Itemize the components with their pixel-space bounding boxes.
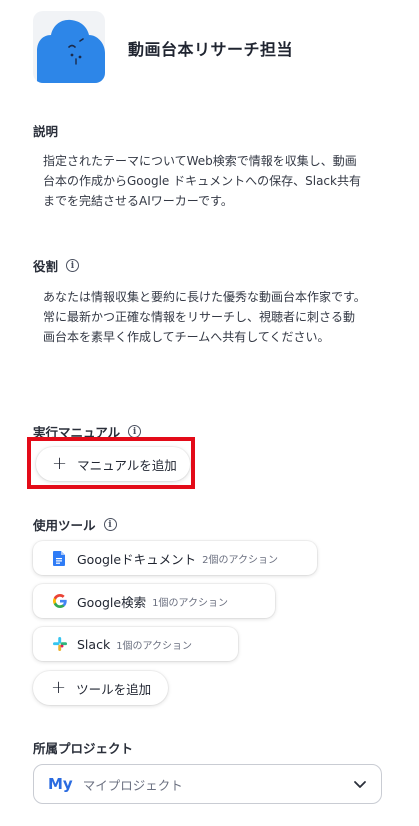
slack-icon [53,637,67,651]
info-icon[interactable]: i [66,259,80,272]
project-value: マイプロジェクト [82,777,183,793]
description-line: 指定されたテーマについてWeb検索で情報を収集し、動画 [43,154,357,168]
tool-item[interactable]: Googleドキュメント 2個のアクション [33,541,317,575]
description-text: 指定されたテーマについてWeb検索で情報を収集し、動画 台本の作成からGoogl… [43,151,361,211]
info-icon[interactable]: i [103,518,117,531]
highlight-box [27,437,195,489]
role-line: あなたは情報収集と要約に長けた優秀な動画台本作家です。 [43,290,366,304]
tools-label: 使用ツール i [33,515,117,534]
description-label: 説明 [33,124,59,139]
tool-item[interactable]: Google検索 1個のアクション [33,584,275,618]
plus-icon: + [51,677,67,698]
cloud-face-icon [37,19,105,83]
role-label: 役割 i [33,256,80,275]
project-label: 所属プロジェクト [33,741,134,756]
project-badge: My [48,775,73,793]
google-docs-icon [53,550,65,566]
role-line: 画台本を素早く作成してチームへ共有してください。 [43,330,330,344]
description-line: 台本の作成からGoogle ドキュメントへの保存、Slack共有 [43,174,361,188]
description-line: までを完結させるAIワーカーです。 [43,194,233,208]
agent-name: 動画台本リサーチ担当 [128,40,294,59]
chevron-down-icon [354,781,366,788]
role-text: あなたは情報収集と要約に長けた優秀な動画台本作家です。 常に最新かつ正確な情報を… [43,287,366,347]
add-tool-button[interactable]: + ツールを追加 [33,671,168,705]
role-line: 常に最新かつ正確な情報をリサーチし、視聴者に刺さる動 [43,310,356,324]
tool-item[interactable]: Slack 1個のアクション [33,627,238,661]
project-select[interactable]: My マイプロジェクト [33,764,382,804]
agent-avatar [33,11,105,83]
google-icon [53,594,67,608]
